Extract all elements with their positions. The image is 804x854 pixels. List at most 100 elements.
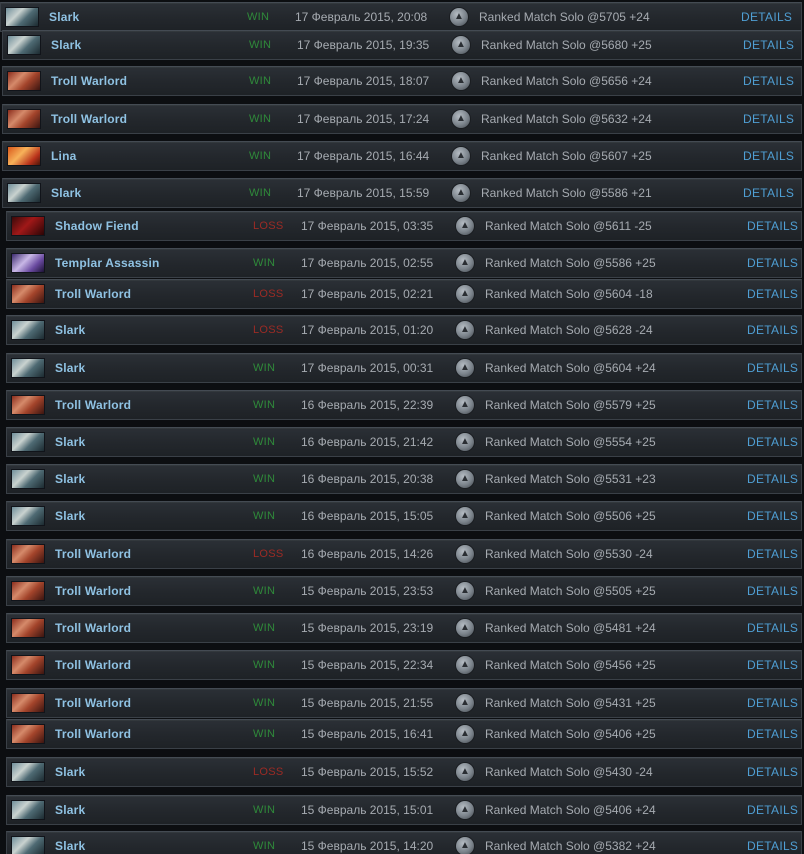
hero-name: Troll Warlord <box>55 287 132 301</box>
details-link[interactable]: DETAILS <box>747 796 798 824</box>
match-row[interactable]: Slark WIN 16 Февраль 2015, 15:05 ▲ Ranked Ma… <box>6 501 802 531</box>
details-link[interactable]: DETAILS <box>747 354 798 382</box>
match-row[interactable]: Slark WIN 17 Февраль 2015, 19:35 ▲ Ranked Ma… <box>2 30 802 60</box>
hero-name: Troll Warlord <box>55 547 132 561</box>
slark-portrait-icon <box>11 836 45 854</box>
details-link[interactable]: DETAILS <box>743 105 794 133</box>
details-link[interactable]: DETAILS <box>747 465 798 493</box>
hero-name: Slark <box>55 361 86 375</box>
match-result: WIN <box>253 362 276 374</box>
ranked-emblem-icon: ▲ <box>456 656 474 674</box>
match-date: 16 Февраль 2015, 20:38 <box>301 472 434 486</box>
match-date: 15 Февраль 2015, 16:41 <box>301 727 434 741</box>
match-row[interactable]: Slark WIN 15 Февраль 2015, 14:20 ▲ Ranked Ma… <box>6 831 802 854</box>
ranked-emblem-icon: ▲ <box>450 8 468 26</box>
ranked-emblem-icon: ▲ <box>456 396 474 414</box>
match-date: 17 Февраль 2015, 16:44 <box>297 149 430 163</box>
hero-name: Troll Warlord <box>55 584 132 598</box>
match-row[interactable]: Troll Warlord LOSS 16 Февраль 2015, 14:26 ▲… <box>6 539 802 569</box>
match-mode: Ranked Match Solo @5705 +24 <box>479 10 650 24</box>
details-link[interactable]: DETAILS <box>747 249 798 277</box>
match-row[interactable]: Troll Warlord LOSS 17 Февраль 2015, 02:21 ▲… <box>6 279 802 309</box>
match-result: LOSS <box>253 288 284 300</box>
match-row[interactable]: Troll Warlord WIN 15 Февраль 2015, 23:19 ▲ R… <box>6 613 802 643</box>
match-mode: Ranked Match Solo @5604 -18 <box>485 287 653 301</box>
details-link[interactable]: DETAILS <box>741 3 792 31</box>
details-link[interactable]: DETAILS <box>747 502 798 530</box>
match-row[interactable]: Slark WIN 16 Февраль 2015, 21:42 ▲ Ranked Ma… <box>6 427 802 457</box>
hero-name: Troll Warlord <box>55 621 132 635</box>
match-result: WIN <box>253 622 276 634</box>
match-mode: Ranked Match Solo @5506 +25 <box>485 509 656 523</box>
match-row[interactable]: Slark LOSS 17 Февраль 2015, 01:20 ▲ Ranked M… <box>6 315 802 345</box>
details-link[interactable]: DETAILS <box>747 651 798 679</box>
match-mode: Ranked Match Solo @5382 +24 <box>485 839 656 853</box>
details-link[interactable]: DETAILS <box>747 832 798 854</box>
match-date: 15 Февраль 2015, 23:53 <box>301 584 434 598</box>
ranked-emblem-icon: ▲ <box>452 72 470 90</box>
details-link[interactable]: DETAILS <box>747 577 798 605</box>
match-row[interactable]: Troll Warlord WIN 16 Февраль 2015, 22:39 ▲ R… <box>6 390 802 420</box>
match-result: WIN <box>249 39 272 51</box>
match-result: WIN <box>253 728 276 740</box>
match-row[interactable]: Lina WIN 17 Февраль 2015, 16:44 ▲ Ranked Mat… <box>2 141 802 171</box>
details-link[interactable]: DETAILS <box>743 142 794 170</box>
match-row[interactable]: Slark WIN 17 Февраль 2015, 20:08 ▲ Ranked Ma… <box>0 2 802 32</box>
match-row[interactable]: Shadow Fiend LOSS 17 Февраль 2015, 03:35 ▲ R… <box>6 211 802 241</box>
ranked-emblem-icon: ▲ <box>452 147 470 165</box>
match-date: 15 Февраль 2015, 21:55 <box>301 696 434 710</box>
match-date: 16 Февраль 2015, 21:42 <box>301 435 434 449</box>
details-link[interactable]: DETAILS <box>747 689 798 717</box>
details-link[interactable]: DETAILS <box>743 179 794 207</box>
troll-warlord-portrait-icon <box>7 71 41 91</box>
match-date: 17 Февраль 2015, 02:21 <box>301 287 434 301</box>
match-date: 16 Февраль 2015, 14:26 <box>301 547 434 561</box>
match-mode: Ranked Match Solo @5431 +25 <box>485 696 656 710</box>
details-link[interactable]: DETAILS <box>747 614 798 642</box>
match-date: 15 Февраль 2015, 23:19 <box>301 621 434 635</box>
match-row[interactable]: Slark LOSS 15 Февраль 2015, 15:52 ▲ Ranked M… <box>6 757 802 787</box>
match-row[interactable]: Troll Warlord WIN 17 Февраль 2015, 18:07 ▲ R… <box>2 66 802 96</box>
match-row[interactable]: Slark WIN 17 Февраль 2015, 00:31 ▲ Ranked Ma… <box>6 353 802 383</box>
hero-name: Troll Warlord <box>51 74 128 88</box>
match-row[interactable]: Troll Warlord WIN 17 Февраль 2015, 17:24 ▲ R… <box>2 104 802 134</box>
match-row[interactable]: Troll Warlord WIN 15 Февраль 2015, 21:55 ▲ R… <box>6 688 802 718</box>
match-row[interactable]: Slark WIN 15 Февраль 2015, 15:01 ▲ Ranked Ma… <box>6 795 802 825</box>
match-row[interactable]: Slark WIN 17 Февраль 2015, 15:59 ▲ Ranked Ma… <box>2 178 802 208</box>
ranked-emblem-icon: ▲ <box>456 359 474 377</box>
match-date: 17 Февраль 2015, 03:35 <box>301 219 434 233</box>
match-mode: Ranked Match Solo @5505 +25 <box>485 584 656 598</box>
match-row[interactable]: Templar Assassin WIN 17 Февраль 2015, 02:5… <box>6 248 802 278</box>
ranked-emblem-icon: ▲ <box>456 619 474 637</box>
hero-name: Slark <box>55 472 86 486</box>
match-result: LOSS <box>253 548 284 560</box>
match-row[interactable]: Troll Warlord WIN 15 Февраль 2015, 22:34 ▲ R… <box>6 650 802 680</box>
details-link[interactable]: DETAILS <box>747 540 798 568</box>
details-link[interactable]: DETAILS <box>747 720 798 748</box>
match-mode: Ranked Match Solo @5656 +24 <box>481 74 652 88</box>
details-link[interactable]: DETAILS <box>747 316 798 344</box>
details-link[interactable]: DETAILS <box>747 212 798 240</box>
hero-name: Troll Warlord <box>51 112 128 126</box>
details-link[interactable]: DETAILS <box>747 391 798 419</box>
match-row[interactable]: Troll Warlord WIN 15 Февраль 2015, 16:41 ▲ R… <box>6 719 802 749</box>
match-date: 17 Февраль 2015, 00:31 <box>301 361 434 375</box>
details-link[interactable]: DETAILS <box>743 31 794 59</box>
details-link[interactable]: DETAILS <box>747 758 798 786</box>
match-result: LOSS <box>253 766 284 778</box>
ranked-emblem-icon: ▲ <box>456 582 474 600</box>
match-row[interactable]: Troll Warlord WIN 15 Февраль 2015, 23:53 ▲ R… <box>6 576 802 606</box>
hero-name: Slark <box>49 10 80 24</box>
hero-name: Slark <box>55 435 86 449</box>
ranked-emblem-icon: ▲ <box>456 837 474 854</box>
details-link[interactable]: DETAILS <box>747 428 798 456</box>
match-row[interactable]: Slark WIN 16 Февраль 2015, 20:38 ▲ Ranked Ma… <box>6 464 802 494</box>
troll-warlord-portrait-icon <box>11 395 45 415</box>
match-result: WIN <box>253 257 276 269</box>
ranked-emblem-icon: ▲ <box>456 545 474 563</box>
ranked-emblem-icon: ▲ <box>452 184 470 202</box>
details-link[interactable]: DETAILS <box>747 280 798 308</box>
slark-portrait-icon <box>11 469 45 489</box>
match-date: 17 Февраль 2015, 17:24 <box>297 112 430 126</box>
details-link[interactable]: DETAILS <box>743 67 794 95</box>
